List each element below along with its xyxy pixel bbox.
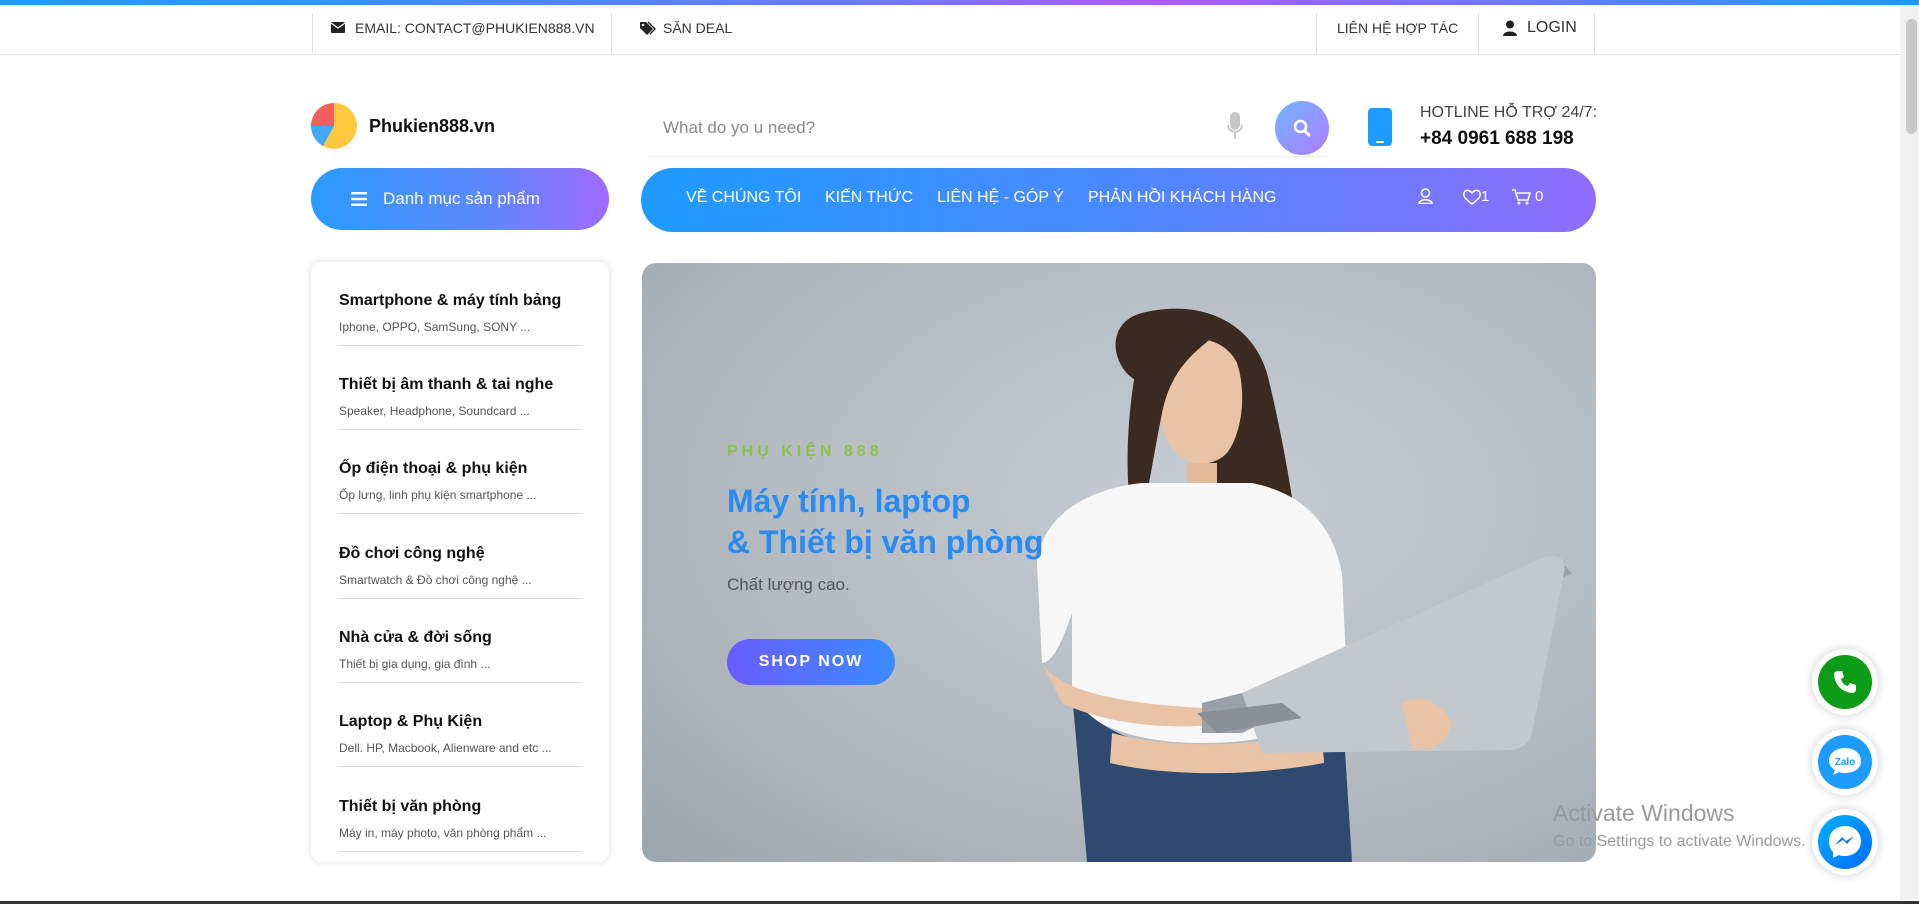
category-sidebar: Smartphone & máy tính bảng Iphone, OPPO,…: [311, 262, 609, 862]
email-contact-link[interactable]: EMAIL: CONTACT@PHUKIEN888.VN: [331, 5, 595, 50]
page-scrollbar[interactable]: [1900, 5, 1919, 900]
category-subtitle: Speaker, Headphone, Soundcard ...: [339, 404, 530, 418]
site-logo[interactable]: Phukien888.vn: [311, 103, 495, 149]
login-link[interactable]: LOGIN: [1503, 5, 1577, 50]
email-text: EMAIL: CONTACT@PHUKIEN888.VN: [355, 19, 595, 36]
menu-bars-icon: [351, 192, 367, 206]
nav-item-about[interactable]: VỀ CHÚNG TÔI: [686, 189, 801, 207]
nav-item-contact[interactable]: LIÊN HỆ - GÓP Ý: [937, 189, 1064, 207]
nav-item-feedback[interactable]: PHẢN HỒI KHÁCH HÀNG: [1088, 189, 1276, 207]
wishlist-count: 1: [1481, 188, 1490, 205]
category-subtitle: Thiết bị gia dụng, gia đình ...: [339, 657, 491, 671]
divider: [312, 13, 313, 53]
category-title: Đồ chơi công nghệ: [339, 545, 485, 562]
activate-windows-title: Activate Windows: [1553, 800, 1735, 826]
cart-icon: [1512, 188, 1531, 204]
category-title: Thiết bị văn phòng: [339, 798, 482, 815]
sidebar-item-home-life[interactable]: Nhà cửa & đời sống Thiết bị gia dụng, gi…: [338, 599, 582, 683]
sidebar-item-audio[interactable]: Thiết bị âm thanh & tai nghe Speaker, He…: [338, 346, 582, 430]
search-icon: [1293, 119, 1311, 137]
category-subtitle: Máy in, máy photo, văn phòng phẩm ...: [339, 826, 547, 840]
call-button[interactable]: [1812, 649, 1878, 715]
partner-link[interactable]: LIÊN HỆ HỢP TÁC: [1337, 5, 1458, 50]
deal-text: SĂN DEAL: [663, 19, 733, 36]
logo-pie-icon: [311, 103, 357, 149]
wishlist-button[interactable]: 1: [1463, 188, 1489, 205]
divider: [1478, 13, 1479, 53]
heart-icon: [1463, 189, 1481, 205]
messenger-button[interactable]: [1812, 809, 1878, 875]
category-title: Laptop & Phụ Kiện: [339, 713, 483, 730]
mail-icon: [331, 22, 345, 33]
nav-item-knowledge[interactable]: KIẾN THỨC: [825, 189, 913, 207]
category-subtitle: Dell. HP, Macbook, Alienware and etc ...: [339, 741, 552, 755]
hotline-label: HOTLINE HỖ TRỢ 24/7:: [1420, 104, 1598, 121]
cart-button[interactable]: 0: [1512, 188, 1543, 205]
scroll-thumb[interactable]: [1906, 19, 1917, 134]
search-input[interactable]: [663, 110, 1203, 146]
category-subtitle: Smartwatch & Đồ chơi công nghệ ...: [339, 573, 532, 587]
sidebar-item-tech-toys[interactable]: Đồ chơi công nghệ Smartwatch & Đồ chơi c…: [338, 515, 582, 599]
search-button[interactable]: [1275, 101, 1329, 155]
category-title: Ốp điện thoại & phụ kiện: [339, 460, 528, 477]
user-icon: [1503, 20, 1517, 36]
login-text: LOGIN: [1527, 18, 1577, 36]
microphone-icon[interactable]: [1227, 112, 1243, 140]
hero-title: Máy tính, laptop & Thiết bị văn phòng: [727, 481, 1043, 563]
user-outline-icon: [1418, 188, 1433, 204]
category-title: Nhà cửa & đời sống: [339, 629, 492, 646]
hero-title-line-1: Máy tính, laptop: [727, 483, 971, 519]
sidebar-item-phone-cases[interactable]: Ốp điện thoại & phụ kiện Ốp lưng, linh p…: [338, 430, 582, 514]
divider: [611, 13, 612, 53]
hotline-number[interactable]: +84 0961 688 198: [1420, 128, 1574, 150]
category-menu-button[interactable]: Danh mục sản phẩm: [311, 168, 609, 230]
tags-icon: [640, 21, 656, 35]
messenger-icon: [1829, 826, 1861, 858]
category-title: Smartphone & máy tính bảng: [339, 292, 562, 309]
category-title: Thiết bị âm thanh & tai nghe: [339, 376, 554, 393]
messenger-circle: [1818, 815, 1872, 869]
divider: [1316, 13, 1317, 53]
shop-now-button[interactable]: SHOP NOW: [727, 639, 895, 685]
hero-subtitle: Chất lượng cao.: [727, 575, 850, 594]
category-menu-label: Danh mục sản phẩm: [383, 189, 540, 208]
top-bar: EMAIL: CONTACT@PHUKIEN888.VN SĂN DEAL LI…: [0, 5, 1900, 55]
zalo-label: Zalo: [1835, 757, 1856, 768]
hero-kicker: PHỤ KIỆN 888: [727, 443, 883, 460]
divider: [1594, 13, 1595, 53]
mobile-phone-icon: [1368, 108, 1392, 146]
zalo-circle: Zalo: [1818, 735, 1872, 789]
category-subtitle: Iphone, OPPO, SamSung, SONY ...: [339, 320, 531, 334]
main-nav: VỀ CHÚNG TÔI KIẾN THỨC LIÊN HỆ - GÓP Ý P…: [641, 168, 1596, 232]
logo-text: Phukien888.vn: [369, 115, 496, 136]
account-button[interactable]: [1418, 188, 1433, 204]
search-bar: [647, 100, 1329, 157]
cart-count: 0: [1535, 188, 1544, 205]
activate-windows-subtitle: Go to Settings to activate Windows.: [1553, 833, 1806, 850]
zalo-icon: Zalo: [1829, 748, 1861, 775]
hero-title-line-2: & Thiết bị văn phòng: [727, 524, 1044, 560]
deal-link[interactable]: SĂN DEAL: [639, 5, 732, 50]
sidebar-item-office[interactable]: Thiết bị văn phòng Máy in, máy photo, vă…: [338, 768, 582, 852]
sidebar-item-smartphone[interactable]: Smartphone & máy tính bảng Iphone, OPPO,…: [338, 262, 582, 346]
hero-banner: PHỤ KIỆN 888 Máy tính, laptop & Thiết bị…: [642, 263, 1596, 862]
phone-icon: [1834, 671, 1856, 693]
sidebar-item-laptop[interactable]: Laptop & Phụ Kiện Dell. HP, Macbook, Ali…: [338, 683, 582, 767]
partner-text: LIÊN HỆ HỢP TÁC: [1337, 19, 1459, 36]
call-circle: [1818, 655, 1872, 709]
category-subtitle: Ốp lưng, linh phụ kiện smartphone ...: [339, 488, 537, 502]
zalo-chat-button[interactable]: Zalo: [1812, 729, 1878, 795]
